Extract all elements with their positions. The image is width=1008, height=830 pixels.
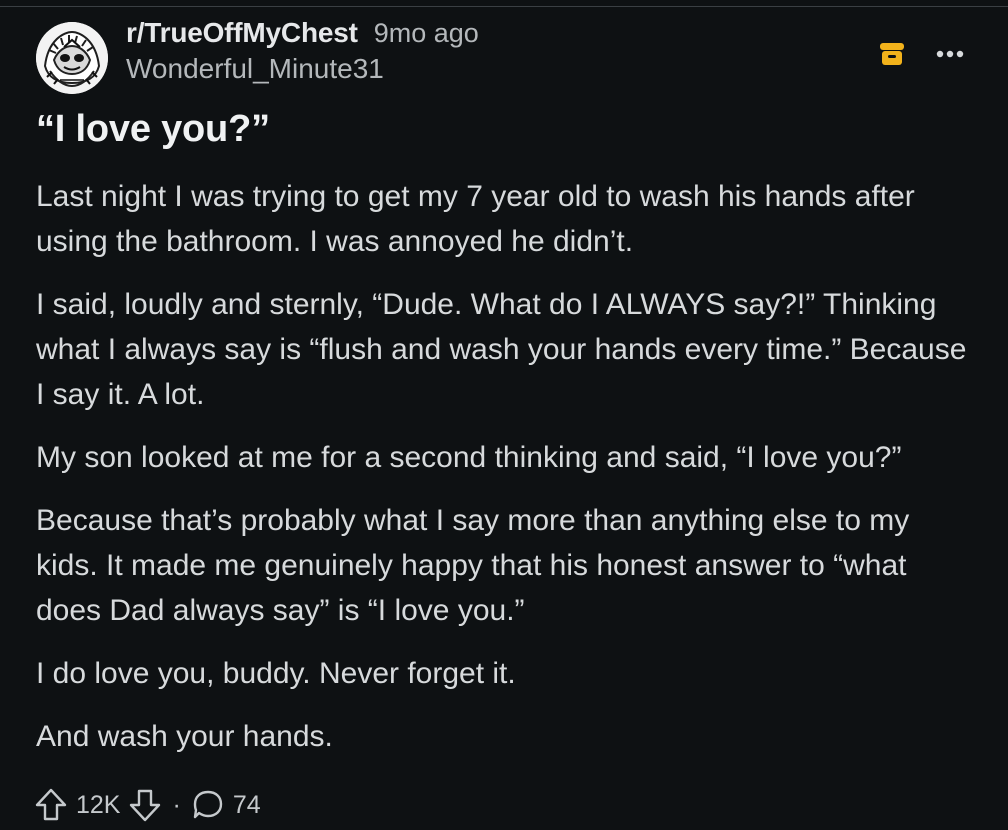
- upvote-arrow-icon[interactable]: [34, 787, 68, 823]
- post-paragraph: Last night I was trying to get my 7 year…: [36, 180, 915, 258]
- archive-icon[interactable]: [878, 40, 906, 68]
- comment-bubble-icon[interactable]: [191, 788, 225, 822]
- top-divider: [0, 6, 1008, 7]
- post-body: Last night I was trying to get my 7 year…: [36, 174, 976, 777]
- post-actions: 12K · 74: [34, 786, 261, 824]
- separator-dot: ·: [172, 790, 181, 819]
- more-options-icon[interactable]: [930, 40, 970, 68]
- subreddit-name[interactable]: r/TrueOffMyChest: [126, 17, 358, 49]
- post-paragraph: I do love you, buddy. Never forget it.: [36, 657, 516, 690]
- post-paragraph: And wash your hands.: [36, 720, 333, 753]
- downvote-arrow-icon[interactable]: [128, 787, 162, 823]
- post-title: “I love you?”: [36, 108, 270, 150]
- subreddit-row: r/TrueOffMyChest 9mo ago: [126, 17, 479, 49]
- post-paragraph: I said, loudly and sternly, “Dude. What …: [36, 288, 967, 411]
- comment-count[interactable]: 74: [233, 791, 261, 820]
- post-paragraph: My son looked at me for a second thinkin…: [36, 441, 902, 474]
- subreddit-avatar[interactable]: [36, 22, 108, 94]
- post-time: 9mo ago: [373, 18, 479, 48]
- author-name[interactable]: Wonderful_Minute31: [126, 53, 479, 85]
- post-header: r/TrueOffMyChest 9mo ago Wonderful_Minut…: [126, 17, 479, 85]
- post-paragraph: Because that’s probably what I say more …: [36, 504, 910, 627]
- upvote-count: 12K: [76, 790, 121, 819]
